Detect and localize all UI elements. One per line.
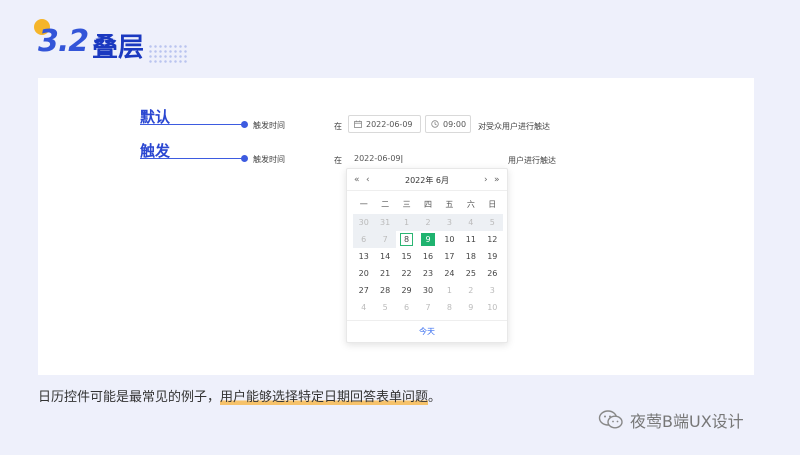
calendar-day[interactable]: 29 — [396, 282, 417, 299]
clock-icon — [431, 120, 439, 128]
calendar-day[interactable]: 5 — [481, 214, 503, 231]
calendar-day[interactable]: 24 — [439, 265, 460, 282]
date-input-value: 2022-06-09 — [354, 154, 401, 163]
calendar-day[interactable]: 27 — [353, 282, 374, 299]
section-number: 3.2 — [38, 24, 89, 59]
form-prefix: 在 — [334, 156, 342, 165]
calendar-day[interactable]: 5 — [374, 299, 395, 316]
caption-highlight: 用户能够选择特定日期回答表单问题 — [220, 390, 429, 405]
trigger-time-label: 触发时间 — [253, 121, 285, 130]
calendar-day-grid: 30 31 1 2 3 4 5 6 7 8 9 10 11 12 13 14 1… — [353, 214, 503, 316]
calendar-day[interactable]: 7 — [417, 299, 438, 316]
weekday-label: 三 — [402, 200, 411, 209]
date-text-input[interactable]: 2022-06-09| — [354, 154, 403, 163]
calendar-day[interactable]: 23 — [417, 265, 438, 282]
time-value: 09:00 — [443, 119, 467, 129]
date-picker-input[interactable]: 2022-06-09 — [348, 115, 421, 133]
weekday-label: 六 — [466, 200, 475, 209]
calendar-day[interactable]: 4 — [353, 299, 374, 316]
calendar-day[interactable]: 22 — [396, 265, 417, 282]
caption-part2: 。 — [428, 390, 442, 405]
next-month-button[interactable]: › — [484, 175, 488, 185]
calendar-day[interactable]: 11 — [460, 231, 481, 248]
calendar-day[interactable]: 13 — [353, 248, 374, 265]
row-connector-dot — [241, 121, 248, 128]
calendar-day[interactable]: 6 — [396, 299, 417, 316]
calendar-day[interactable]: 8 — [439, 299, 460, 316]
row-connector-dot — [241, 155, 248, 162]
calendar-day[interactable]: 2 — [460, 282, 481, 299]
calendar-day[interactable]: 30 — [353, 214, 375, 231]
weekday-label: 四 — [423, 200, 432, 209]
calendar-day[interactable]: 19 — [482, 248, 503, 265]
calendar-day[interactable]: 16 — [417, 248, 438, 265]
calendar-day[interactable]: 25 — [460, 265, 481, 282]
weekday-label: 二 — [381, 200, 390, 209]
calendar-day[interactable]: 15 — [396, 248, 417, 265]
row-connector-line — [140, 124, 244, 125]
calendar-header: « ‹ 2022年 6月 › » — [347, 169, 507, 191]
watermark: 夜莺B端UX设计 — [598, 408, 744, 432]
calendar-day[interactable]: 3 — [482, 282, 503, 299]
calendar-day[interactable]: 28 — [374, 282, 395, 299]
date-value: 2022-06-09 — [366, 119, 413, 129]
calendar-day[interactable]: 20 — [353, 265, 374, 282]
weekday-row: 一 二 三 四 五 六 日 — [353, 199, 503, 210]
weekday-label: 日 — [488, 200, 497, 209]
section-header: 3.2 叠层 — [30, 14, 188, 64]
calendar-day[interactable]: 14 — [374, 248, 395, 265]
calendar-day[interactable]: 10 — [482, 299, 503, 316]
calendar-day[interactable]: 9 — [460, 299, 481, 316]
calendar-day-today[interactable]: 8 — [396, 231, 417, 248]
calendar-day[interactable]: 2 — [417, 214, 439, 231]
calendar-day[interactable]: 30 — [417, 282, 438, 299]
calendar-day[interactable]: 1 — [439, 282, 460, 299]
calendar-icon — [354, 120, 362, 128]
row-connector-line — [140, 158, 244, 159]
today-button[interactable]: 今天 — [347, 320, 507, 342]
calendar-day[interactable]: 7 — [374, 231, 396, 248]
weekday-label: 五 — [445, 200, 454, 209]
calendar-day[interactable]: 6 — [353, 231, 375, 248]
calendar-popup: « ‹ 2022年 6月 › » 一 二 三 四 五 六 日 30 31 1 2… — [346, 168, 508, 343]
form-suffix: 对受众用户进行触达 — [478, 122, 550, 131]
text-caret: | — [400, 154, 404, 163]
calendar-year-month[interactable]: 2022年 6月 — [347, 175, 507, 186]
caption-part1: 日历控件可能是最常见的例子， — [38, 390, 221, 405]
calendar-day-selected[interactable]: 9 — [417, 231, 438, 248]
calendar-day[interactable]: 26 — [482, 265, 503, 282]
calendar-day[interactable]: 10 — [439, 231, 460, 248]
calendar-day[interactable]: 17 — [439, 248, 460, 265]
wechat-icon — [598, 410, 623, 429]
next-year-button[interactable]: » — [494, 175, 500, 185]
calendar-day[interactable]: 21 — [374, 265, 395, 282]
form-suffix-partial: 用户进行触达 — [508, 156, 556, 165]
calendar-day[interactable]: 1 — [395, 214, 418, 231]
watermark-text: 夜莺B端UX设计 — [630, 412, 744, 431]
form-prefix: 在 — [334, 122, 342, 131]
calendar-day[interactable]: 31 — [374, 214, 396, 231]
demo-card: 默认 触发时间 在 2022-06-09 09:00 对受众用户进行触达 触发 … — [38, 78, 754, 375]
calendar-day[interactable]: 18 — [460, 248, 481, 265]
caption-text: 日历控件可能是最常见的例子，用户能够选择特定日期回答表单问题。 — [38, 386, 441, 405]
weekday-label: 一 — [359, 200, 368, 209]
section-title: 叠层 — [92, 33, 145, 63]
trigger-time-label: 触发时间 — [253, 155, 285, 164]
header-dot-pattern — [148, 44, 188, 64]
time-picker-input[interactable]: 09:00 — [425, 115, 471, 133]
calendar-day[interactable]: 3 — [438, 214, 461, 231]
calendar-day[interactable]: 12 — [482, 231, 503, 248]
calendar-day[interactable]: 4 — [460, 214, 482, 231]
